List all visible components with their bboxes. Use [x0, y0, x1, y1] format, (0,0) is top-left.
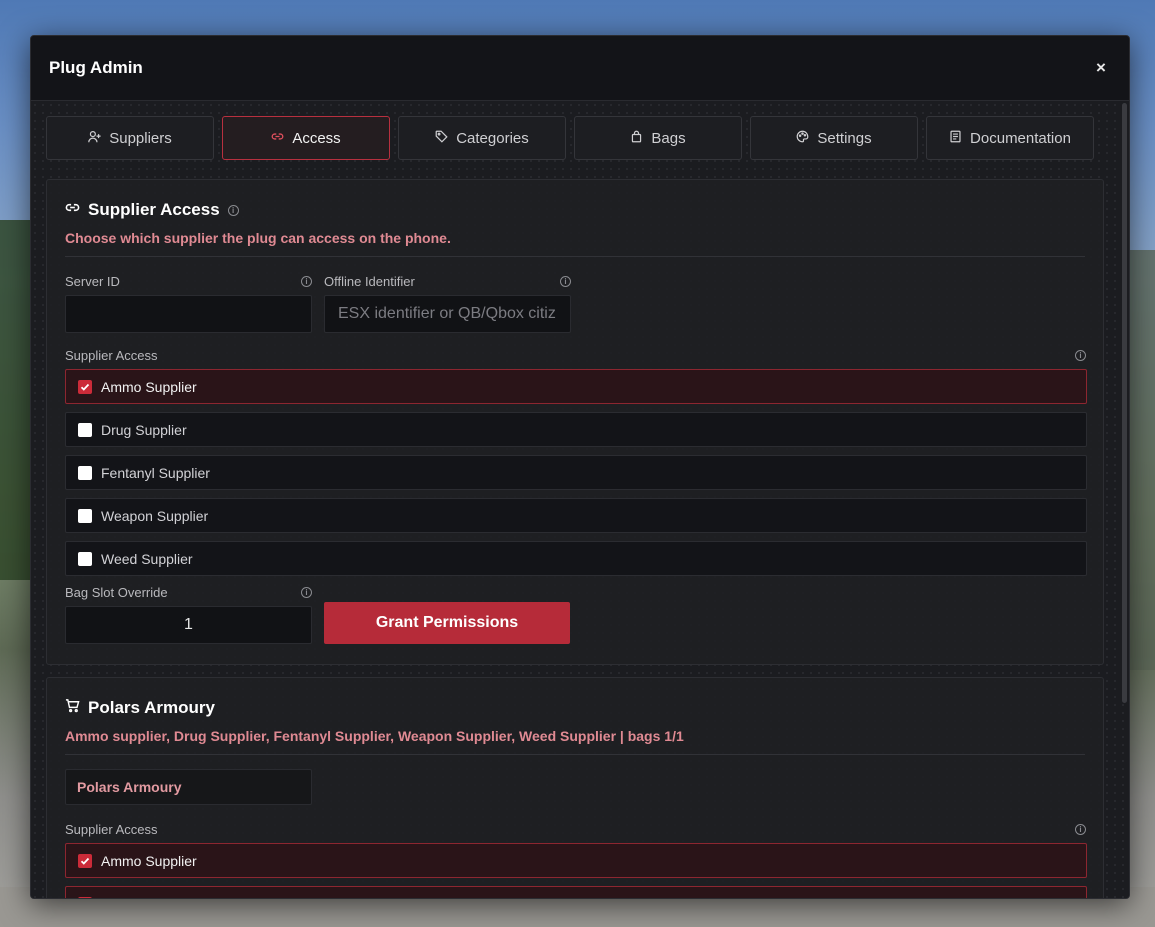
plug-checkbox-ammo-supplier[interactable]: Ammo Supplier — [65, 843, 1087, 878]
checkmark-icon — [80, 383, 90, 391]
plug-title: Polars Armoury — [65, 698, 1085, 718]
palette-icon — [796, 130, 809, 147]
checkbox-box[interactable] — [78, 896, 92, 898]
info-icon[interactable]: i — [560, 275, 571, 287]
tab-suppliers[interactable]: Suppliers — [46, 116, 214, 160]
offline-identifier-input[interactable] — [324, 295, 571, 333]
checkbox-label: Ammo Supplier — [101, 378, 197, 395]
server-id-label: Server ID — [65, 273, 120, 289]
tab-label: Categories — [456, 129, 529, 147]
link-icon — [65, 200, 80, 220]
grant-permissions-button[interactable]: Grant Permissions — [324, 602, 570, 644]
plug-summary: Ammo supplier, Drug Supplier, Fentanyl S… — [65, 728, 684, 744]
checkbox-drug-supplier[interactable]: Drug Supplier — [65, 412, 1087, 447]
link-icon — [271, 130, 284, 147]
document-icon — [949, 130, 962, 147]
checkbox-label: Fentanyl Supplier — [101, 464, 210, 481]
checkbox-fentanyl-supplier[interactable]: Fentanyl Supplier — [65, 455, 1087, 490]
plug-checkbox-partial[interactable] — [65, 886, 1087, 898]
supplier-access-label: Supplier Access — [65, 347, 158, 363]
checkbox-box[interactable] — [78, 508, 92, 523]
bag-slot-override-input[interactable] — [65, 606, 312, 644]
tab-label: Bags — [651, 129, 686, 147]
tab-label: Settings — [817, 129, 872, 147]
checkmark-icon — [80, 857, 90, 865]
plug-card-panel: Polars Armoury Ammo supplier, Drug Suppl… — [46, 677, 1104, 898]
checkbox-box[interactable] — [78, 853, 92, 868]
checkbox-box[interactable] — [78, 379, 92, 394]
plug-supplier-checkbox-list: Ammo Supplier — [65, 843, 1087, 898]
checkbox-label: Drug Supplier — [101, 421, 187, 438]
grant-row: Bag Slot Override i Grant Permissions — [65, 584, 1085, 644]
tab-categories[interactable]: Categories — [398, 116, 566, 160]
plug-supplier-access-heading: Supplier Access i — [65, 821, 1086, 837]
panel-title: Supplier Access i — [65, 200, 1085, 220]
bag-slot-override-label: Bag Slot Override — [65, 584, 168, 600]
server-id-input[interactable] — [65, 295, 312, 333]
background-foliage — [0, 220, 34, 580]
plug-name-field[interactable]: Polars Armoury — [65, 769, 312, 805]
checkbox-box[interactable] — [78, 465, 92, 480]
identifier-row: Server ID i Offline Identifier i — [65, 273, 1085, 333]
supplier-access-panel: Supplier Access i Choose which supplier … — [46, 179, 1104, 665]
supplier-access-label: Supplier Access — [65, 821, 158, 837]
tag-icon — [435, 130, 448, 147]
supplier-checkbox-list: Ammo Supplier Drug Supplier Fentanyl Sup… — [65, 369, 1087, 576]
info-icon[interactable]: i — [1075, 823, 1086, 835]
modal-title: Plug Admin — [49, 58, 143, 77]
server-id-field: Server ID i — [65, 273, 312, 333]
scrollbar[interactable] — [1122, 103, 1127, 703]
tab-access[interactable]: Access — [222, 116, 390, 160]
divider — [65, 256, 1085, 257]
checkbox-weapon-supplier[interactable]: Weapon Supplier — [65, 498, 1087, 533]
offline-identifier-field: Offline Identifier i — [324, 273, 571, 333]
tab-label: Suppliers — [109, 129, 172, 147]
tab-bar: Suppliers Access Categories Bags Setting… — [46, 116, 1094, 160]
modal-header: Plug Admin × — [31, 36, 1129, 101]
info-icon[interactable]: i — [1075, 349, 1086, 361]
checkbox-box[interactable] — [78, 422, 92, 437]
checkbox-label: Weapon Supplier — [101, 507, 209, 524]
user-plus-icon — [88, 130, 101, 147]
plug-title-text: Polars Armoury — [88, 698, 215, 717]
bag-slot-override-field: Bag Slot Override i — [65, 584, 312, 644]
modal-body: Suppliers Access Categories Bags Setting… — [31, 101, 1129, 898]
tab-bags[interactable]: Bags — [574, 116, 742, 160]
checkbox-label: Weed Supplier — [101, 550, 193, 567]
supplier-access-heading: Supplier Access i — [65, 347, 1086, 363]
close-button[interactable]: × — [1091, 58, 1111, 78]
checkbox-weed-supplier[interactable]: Weed Supplier — [65, 541, 1087, 576]
info-icon[interactable]: i — [301, 275, 312, 287]
divider — [65, 754, 1085, 755]
checkbox-label: Ammo Supplier — [101, 852, 197, 869]
offline-identifier-label: Offline Identifier — [324, 273, 415, 289]
panel-title-text: Supplier Access — [88, 200, 220, 219]
plug-admin-modal: Plug Admin × Suppliers Access Categories… — [30, 35, 1130, 899]
checkbox-ammo-supplier[interactable]: Ammo Supplier — [65, 369, 1087, 404]
info-icon[interactable]: i — [301, 586, 312, 598]
tab-label: Access — [292, 129, 341, 147]
checkbox-box[interactable] — [78, 551, 92, 566]
panel-subtitle: Choose which supplier the plug can acces… — [65, 230, 451, 246]
tab-documentation[interactable]: Documentation — [926, 116, 1094, 160]
tab-label: Documentation — [970, 129, 1071, 147]
cart-icon — [65, 698, 80, 718]
bag-icon — [630, 130, 643, 147]
info-icon[interactable]: i — [227, 204, 239, 216]
tab-settings[interactable]: Settings — [750, 116, 918, 160]
